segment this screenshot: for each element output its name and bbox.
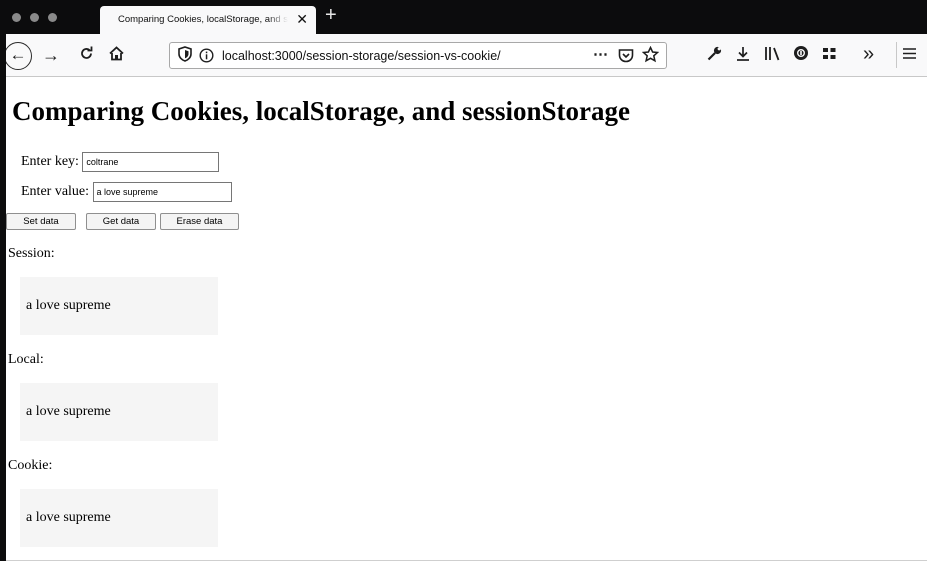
cookie-value: a love supreme	[26, 510, 111, 525]
session-label: Session:	[8, 246, 55, 261]
download-icon[interactable]	[735, 45, 751, 66]
set-data-button[interactable]: Set data	[6, 213, 76, 230]
key-row: Enter key:	[21, 152, 220, 172]
apps-icon[interactable]	[822, 45, 837, 65]
value-input[interactable]	[92, 182, 232, 202]
overflow-icon[interactable]: »	[863, 44, 874, 64]
pocket-icon[interactable]	[618, 47, 634, 67]
library-icon[interactable]	[764, 45, 782, 66]
wrench-icon[interactable]	[706, 45, 723, 66]
session-value: a love supreme	[26, 298, 111, 313]
key-input[interactable]	[82, 152, 220, 172]
more-icon[interactable]: ⋯	[593, 45, 608, 65]
active-tab[interactable]: Comparing Cookies, localStorage, and ses…	[100, 6, 316, 34]
toolbar-separator	[896, 42, 897, 68]
cookie-output-box: a love supreme	[20, 489, 218, 547]
reload-icon[interactable]	[78, 45, 95, 66]
zoom-window-icon[interactable]	[48, 13, 57, 22]
menu-icon[interactable]	[902, 45, 917, 65]
local-label: Local:	[8, 352, 44, 367]
url-text[interactable]: localhost:3000/session-storage/session-v…	[222, 49, 501, 63]
local-value: a love supreme	[26, 404, 111, 419]
page-title: Comparing Cookies, localStorage, and ses…	[12, 96, 631, 126]
tab-close-icon[interactable]: ✕	[296, 11, 308, 27]
nav-toolbar: ← → localhost:3000/session-storage/sessi…	[0, 34, 927, 77]
url-bar[interactable]: localhost:3000/session-storage/session-v…	[169, 42, 667, 69]
value-label: Enter value:	[21, 184, 90, 200]
back-icon[interactable]: ←	[4, 42, 32, 70]
new-tab-icon[interactable]: +	[325, 4, 337, 26]
tab-strip: Comparing Cookies, localStorage, and ses…	[0, 0, 927, 34]
minimize-window-icon[interactable]	[30, 13, 39, 22]
extension-icon[interactable]	[793, 45, 809, 65]
erase-data-button[interactable]: Erase data	[160, 213, 239, 230]
key-label: Enter key:	[21, 154, 79, 170]
cookie-label: Cookie:	[8, 458, 53, 473]
home-icon[interactable]	[108, 45, 125, 66]
page-content: Comparing Cookies, localStorage, and ses…	[6, 78, 927, 561]
info-icon[interactable]	[199, 47, 214, 67]
value-row: Enter value:	[21, 182, 232, 202]
session-output-box: a love supreme	[20, 277, 218, 335]
local-output-box: a love supreme	[20, 383, 218, 441]
bookmark-star-icon[interactable]	[641, 45, 660, 67]
close-window-icon[interactable]	[12, 13, 21, 22]
tab-title: Comparing Cookies, localStorage, and ses…	[118, 14, 288, 25]
forward-icon[interactable]: →	[42, 45, 60, 65]
shield-icon[interactable]	[178, 46, 192, 66]
get-data-button[interactable]: Get data	[86, 213, 156, 230]
